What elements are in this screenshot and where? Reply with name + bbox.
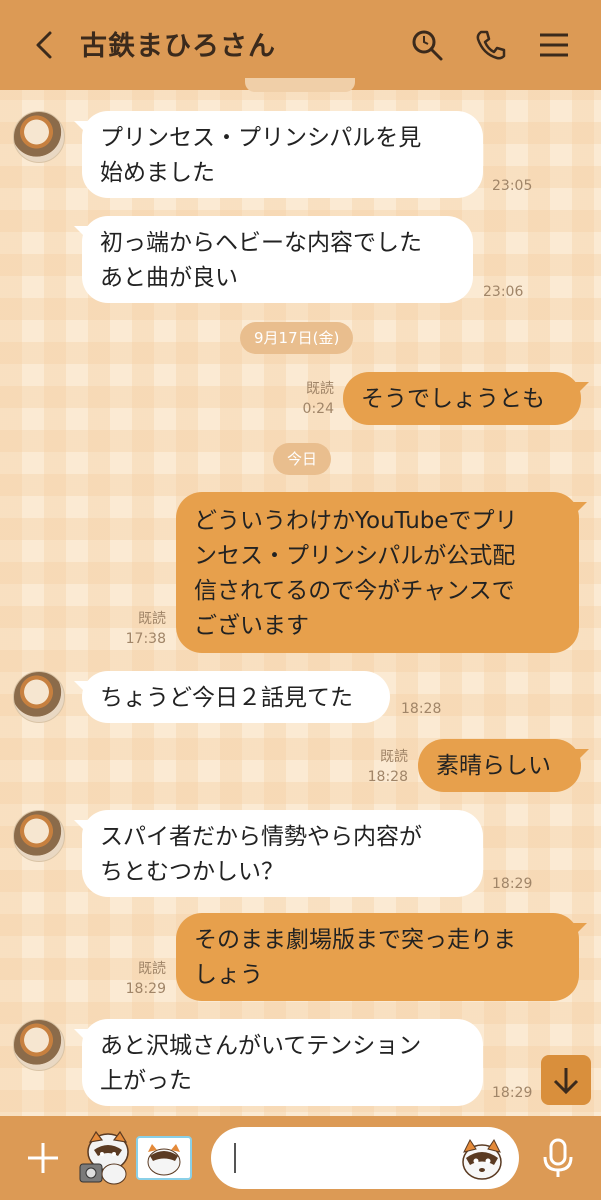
message-line: あと沢城さんがいてテンション [100, 1033, 422, 1059]
avatar[interactable] [13, 1019, 65, 1071]
arrow-down-icon [553, 1068, 579, 1095]
partial-date-pill [245, 78, 355, 92]
avatar[interactable] [13, 111, 65, 163]
chat-header: 古鉄まひろさん [0, 0, 601, 92]
date-separator: 今日 [273, 443, 332, 475]
message-line: プリンセス・プリンシパルを見 [100, 125, 422, 151]
message-line: そうでしょうとも [361, 386, 545, 412]
message-line: 上がった [100, 1068, 192, 1094]
search-icon[interactable] [409, 27, 445, 63]
read-receipt: 既読 17:38 [122, 609, 166, 649]
scroll-to-bottom-button[interactable] [541, 1055, 591, 1105]
date-separator: 9月17日(金) [240, 322, 354, 354]
incoming-message-bubble[interactable]: 初っ端からヘビーな内容でした あと曲が良い [82, 216, 473, 303]
message-line: ちょうど今日２話見てた [100, 685, 353, 711]
incoming-message-bubble[interactable]: あと沢城さんがいてテンション 上がった [82, 1019, 483, 1106]
outgoing-message-bubble[interactable]: そのまま劇場版まで突っ走りま しょう [176, 913, 579, 1001]
read-receipt: 既読 0:24 [290, 379, 334, 419]
raccoon-sticker-icon [147, 1144, 181, 1176]
message-time: 23:06 [483, 284, 524, 300]
outgoing-message-bubble[interactable]: 素晴らしい [418, 739, 581, 792]
message-line: スパイ者だから情勢やら内容が [100, 824, 422, 850]
message-line: そのまま劇場版まで突っ走りま [194, 927, 516, 953]
message-time: 18:29 [492, 876, 533, 892]
message-line: 素晴らしい [436, 753, 551, 779]
message-line: ンセス・プリンシパルが公式配 [194, 543, 516, 569]
message-time: 18:28 [401, 701, 442, 717]
chevron-left-icon[interactable] [28, 27, 64, 63]
read-label: 既読 [138, 961, 166, 977]
incoming-message-bubble[interactable]: スパイ者だから情勢やら内容が ちとむつかしい？ [82, 810, 483, 897]
outgoing-message-bubble[interactable]: そうでしょうとも [343, 372, 581, 425]
message-line: ございます [194, 613, 309, 639]
message-time: 18:29 [125, 981, 166, 997]
message-time: 18:29 [492, 1085, 533, 1101]
message-line: ちとむつかしい？ [100, 859, 284, 885]
read-label: 既読 [306, 381, 334, 397]
avatar[interactable] [13, 810, 65, 862]
text-caret [234, 1143, 236, 1173]
avatar[interactable] [13, 671, 65, 723]
incoming-message-bubble[interactable]: ちょうど今日２話見てた [82, 671, 390, 723]
camera-sticker-icon[interactable] [78, 1128, 132, 1188]
message-line: 初っ端からヘビーな内容でした [100, 230, 422, 256]
message-line: あと曲が良い [100, 265, 238, 291]
read-label: 既読 [138, 611, 166, 627]
message-line: 始めました [100, 160, 215, 186]
sticker-icon[interactable] [458, 1136, 506, 1182]
hamburger-menu-icon[interactable] [536, 27, 572, 63]
message-line: 信されてるので今がチャンスで [194, 578, 515, 604]
message-time: 0:24 [302, 401, 334, 417]
sticker-thumbnail[interactable] [136, 1136, 192, 1180]
message-time: 17:38 [125, 631, 166, 647]
read-receipt: 既読 18:29 [122, 959, 166, 999]
chat-title: 古鉄まひろさん [80, 31, 276, 62]
microphone-icon[interactable] [540, 1138, 576, 1178]
message-line: どういうわけかYouTubeでプリ [194, 508, 518, 534]
incoming-message-bubble[interactable]: プリンセス・プリンシパルを見 始めました [82, 111, 483, 198]
message-time: 18:28 [367, 769, 408, 785]
phone-icon[interactable] [473, 27, 509, 63]
outgoing-message-bubble[interactable]: どういうわけかYouTubeでプリ ンセス・プリンシパルが公式配 信されてるので… [176, 492, 579, 653]
plus-icon[interactable] [25, 1140, 61, 1176]
read-receipt: 既読 18:28 [364, 747, 408, 787]
message-line: しょう [194, 962, 263, 988]
message-time: 23:05 [492, 178, 533, 194]
message-composer [0, 1116, 601, 1200]
read-label: 既読 [380, 749, 408, 765]
